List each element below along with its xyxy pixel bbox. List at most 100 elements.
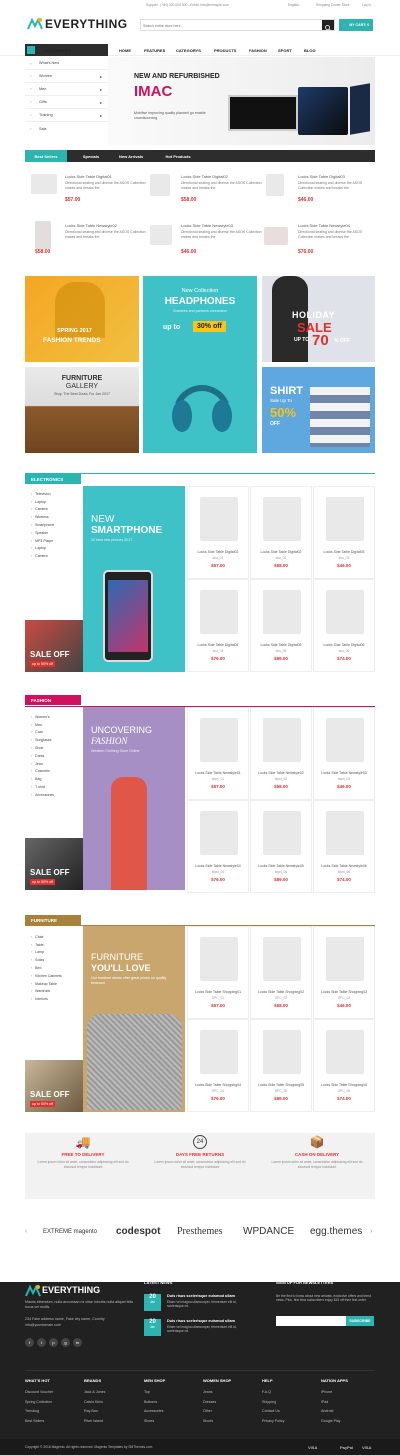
product-name[interactable]: Locks Side Table Shopping04 — [188, 1083, 248, 1087]
category-link[interactable]: Camera — [25, 552, 83, 560]
footer-link[interactable]: Shoes — [144, 1419, 154, 1423]
product-card[interactable]: Locks Side Table Newstyle06 styel_06 $74.0… — [313, 800, 375, 893]
product-card[interactable]: Locks Side Table Newstyle03 styel_03 $46.0… — [313, 707, 375, 800]
brand-logo[interactable]: codespot — [116, 1226, 160, 1237]
search-input[interactable] — [143, 21, 318, 30]
footer-link[interactable]: iPad — [321, 1400, 328, 1404]
footer-link[interactable]: Shipping — [262, 1400, 276, 1404]
category-link[interactable]: Bed — [25, 964, 83, 972]
footer-link[interactable]: Shoes — [203, 1419, 213, 1423]
footer-link[interactable]: Bottoms — [144, 1400, 157, 1404]
product-name[interactable]: Locks Side Table Digital02 — [181, 174, 228, 179]
linkedin-icon[interactable]: in — [73, 1338, 82, 1347]
twitter-icon[interactable]: t — [37, 1338, 46, 1347]
bestseller-item[interactable]: Locks Side Table Newstyle04 Directional … — [264, 221, 379, 256]
category-link[interactable]: Coat — [25, 729, 83, 737]
footer-link[interactable]: Jack & Jones — [84, 1390, 105, 1394]
nav-categorys[interactable]: CATEGORYS — [176, 48, 201, 53]
subscribe-button[interactable]: SUBSCRIBE — [346, 1316, 374, 1326]
sidebar-item-training[interactable]: ▫ Training ▸ — [25, 109, 108, 122]
product-name[interactable]: Locks Side Table Digital02 — [251, 550, 311, 554]
product-card[interactable]: Locks Side Table Digital03 sku_03 $46.00 — [313, 486, 375, 579]
category-link[interactable]: Men — [25, 721, 83, 729]
product-name[interactable]: Locks Side Table Newstyle02 — [65, 223, 117, 228]
product-card[interactable]: Locks Side Table Shopping06 SPC_06 $74.00 — [313, 1019, 375, 1112]
banner-furniture-gallery[interactable]: FURNITURE GALLERY Shop The Best Deals Fo… — [25, 367, 139, 453]
news-title[interactable]: Duis risus scelerisque euismod ullam — [167, 1319, 235, 1323]
category-link[interactable]: Interiors — [25, 995, 83, 1003]
category-link[interactable]: Kitchen Cabinets — [25, 972, 83, 980]
product-name[interactable]: Locks Side Table Digital03 — [298, 174, 345, 179]
brand-logo[interactable]: WPDANCE — [243, 1226, 294, 1237]
footer-link[interactable]: Spring Collection — [25, 1400, 52, 1404]
product-name[interactable]: Locks Side Table Newstyle02 — [251, 771, 311, 775]
product-name[interactable]: Locks Side Table Shopping02 — [251, 990, 311, 994]
product-card[interactable]: Locks Side Table Digital01 sku_01 $57.00 — [187, 486, 249, 579]
facebook-icon[interactable]: f — [25, 1338, 34, 1347]
product-name[interactable]: Locks Side Table Shopping01 — [188, 990, 248, 994]
category-link[interactable]: Lamp — [25, 949, 83, 957]
category-link[interactable]: Makeup Table — [25, 980, 83, 988]
footer-link[interactable]: Dresses — [203, 1400, 216, 1404]
category-link[interactable]: Jean — [25, 760, 83, 768]
product-name[interactable]: Locks Side Table Digital04 — [188, 643, 248, 647]
category-link[interactable]: Women's — [25, 713, 83, 721]
product-card[interactable]: Locks Side Table Shopping02 SPC_02 $58.00 — [250, 926, 312, 1019]
nav-features[interactable]: FEATURES — [144, 48, 165, 53]
category-link[interactable]: Television — [25, 490, 83, 498]
product-name[interactable]: Locks Side Table Newstyle04 — [188, 864, 248, 868]
product-name[interactable]: Locks Side Table Newstyle05 — [251, 864, 311, 868]
furniture-sale-banner[interactable]: SALE OFF up to 50% off — [25, 1060, 83, 1112]
category-link[interactable]: MP3 Player — [25, 537, 83, 545]
brand-logo[interactable]: egg.themes — [310, 1226, 362, 1237]
sidebar-item-women[interactable]: ▫ Women ▸ — [25, 70, 108, 83]
category-link[interactable]: Smartphone — [25, 521, 83, 529]
tab-new-arrivals[interactable]: New Arrivals — [111, 150, 151, 162]
bestseller-item[interactable]: Locks Side Table Newstyle03 Directional … — [148, 221, 263, 256]
banner-spring-fashion[interactable]: SPRING 2017 FASHION TRENDS — [25, 276, 139, 362]
product-name[interactable]: Locks Side Table Digital01 — [188, 550, 248, 554]
product-name[interactable]: Locks Side Table Digital01 — [65, 174, 112, 179]
sidebar-item-sale[interactable]: ▫ Sale — [25, 122, 108, 135]
product-card[interactable]: Locks Side Table Newstyle01 styel_01 $57.0… — [187, 707, 249, 800]
bestseller-item[interactable]: Locks Side Table Newstyle02 Directional … — [31, 221, 146, 256]
footer-link[interactable]: iPhone — [321, 1390, 332, 1394]
category-link[interactable]: Speaker — [25, 529, 83, 537]
electronics-sale-banner[interactable]: SALE OFF up to 50% off — [25, 620, 83, 672]
category-link[interactable]: Laptop — [25, 545, 83, 553]
category-link[interactable]: Camera — [25, 506, 83, 514]
tab-hot-products[interactable]: Hot Products — [155, 150, 201, 162]
product-name[interactable]: Locks Side Table Shopping05 — [251, 1083, 311, 1087]
product-card[interactable]: Locks Side Table Newstyle02 styel_02 $58.0… — [250, 707, 312, 800]
bestseller-item[interactable]: Locks Side Table Digital01 Directional s… — [31, 172, 146, 207]
categories-toggle[interactable]: CATEGORIES — [25, 44, 108, 56]
footer-link[interactable]: Top — [144, 1390, 150, 1394]
footer-link[interactable]: Trending — [25, 1409, 39, 1413]
product-name[interactable]: Locks Side Table Shopping03 — [314, 990, 374, 994]
furniture-promo[interactable]: FURNITURE YOU'LL LOVE Our furniture stor… — [83, 926, 185, 1112]
newsletter-email-input[interactable] — [276, 1316, 346, 1326]
sidebar-item-whats-new[interactable]: ▫ What's New — [25, 57, 108, 70]
product-name[interactable]: Locks Side Table Newstyle06 — [314, 864, 374, 868]
product-name[interactable]: Locks Side Table Digital05 — [251, 643, 311, 647]
footer-link[interactable]: Best Sellers — [25, 1419, 44, 1423]
product-card[interactable]: Locks Side Table Digital05 sku_05 $89.00 — [250, 579, 312, 672]
footer-link[interactable]: Android — [321, 1409, 333, 1413]
banner-holiday-sale[interactable]: HOLIDAY SALE UP TO 70 % OFF — [262, 276, 375, 362]
currency-select[interactable]: Shopping Center Store — [316, 3, 350, 7]
brands-next-arrow[interactable]: › — [370, 1228, 372, 1235]
google-plus-icon[interactable]: g — [61, 1338, 70, 1347]
logo[interactable]: EVERYTHING — [27, 17, 127, 35]
footer-link[interactable]: Jeans — [203, 1390, 213, 1394]
category-link[interactable]: Accessories — [25, 791, 83, 799]
nav-products[interactable]: PRODUCTS — [214, 48, 236, 53]
product-card[interactable]: Locks Side Table Digital06 sku_06 $74.00 — [313, 579, 375, 672]
login-link[interactable]: Log in — [362, 3, 371, 7]
bestseller-item[interactable]: Locks Side Table Digital03 Directional s… — [264, 172, 379, 207]
nav-fashion[interactable]: FASHION — [249, 48, 267, 53]
footer-link[interactable]: F.A.Q — [262, 1390, 271, 1394]
news-title[interactable]: Duis risus scelerisque euismod ullam — [167, 1294, 235, 1298]
product-name[interactable]: Locks Side Table Newstyle01 — [188, 771, 248, 775]
product-name[interactable]: Locks Side Table Newstyle04 — [298, 223, 350, 228]
product-card[interactable]: Locks Side Table Newstyle04 styel_04 $76.0… — [187, 800, 249, 893]
